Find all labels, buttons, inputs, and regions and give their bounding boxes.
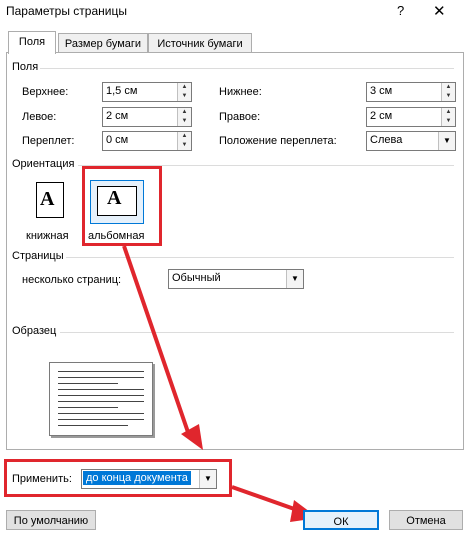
cancel-button[interactable]: Отмена: [389, 510, 463, 530]
arrow-line-1: [122, 245, 192, 439]
arrow-line-2: [231, 485, 301, 513]
default-button[interactable]: По умолчанию: [6, 510, 96, 530]
arrow-head-1: [181, 424, 203, 450]
ok-button[interactable]: ОК: [303, 510, 379, 530]
annotation-arrows: [122, 245, 318, 522]
